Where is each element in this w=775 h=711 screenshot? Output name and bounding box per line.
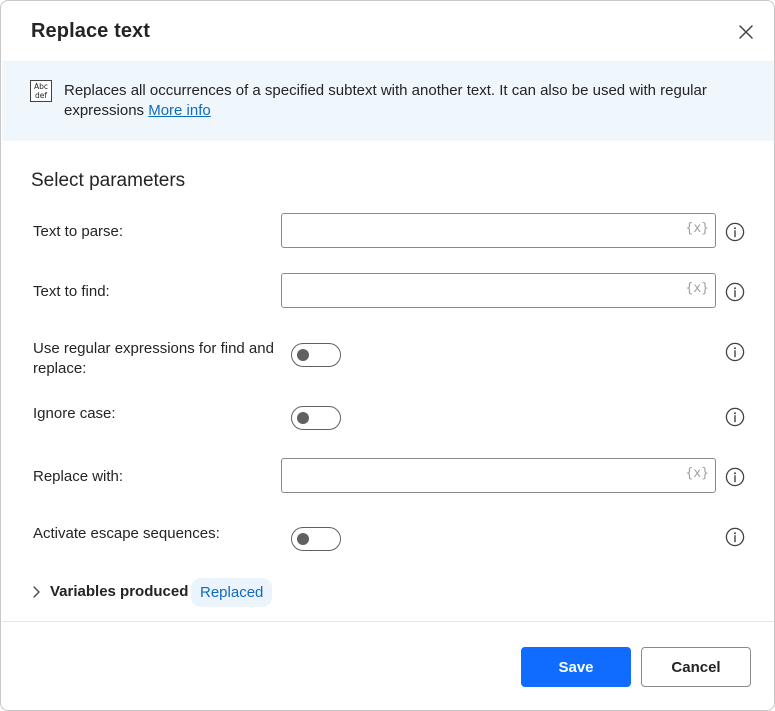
variable-picker-icon[interactable]: {x} bbox=[686, 281, 709, 296]
text-to-parse-field[interactable]: {x} bbox=[281, 213, 716, 248]
replace-with-input[interactable] bbox=[282, 459, 682, 492]
footer-divider bbox=[2, 621, 774, 622]
escape-sequences-toggle[interactable] bbox=[291, 527, 341, 551]
replace-with-label: Replace with: bbox=[33, 468, 124, 485]
variables-produced-label[interactable]: Variables produced bbox=[50, 583, 188, 600]
ignore-case-label: Ignore case: bbox=[33, 405, 116, 422]
cancel-button[interactable]: Cancel bbox=[641, 647, 751, 687]
save-button[interactable]: Save bbox=[521, 647, 631, 687]
text-abc-icon: Abc def bbox=[30, 80, 52, 102]
replace-text-dialog: Replace text Abc def Replaces all occurr… bbox=[0, 0, 775, 711]
more-info-link[interactable]: More info bbox=[148, 102, 211, 119]
text-to-parse-label: Text to parse: bbox=[33, 223, 124, 240]
close-button[interactable] bbox=[735, 21, 757, 43]
text-to-find-label: Text to find: bbox=[33, 283, 110, 300]
text-to-find-field[interactable]: {x} bbox=[281, 273, 716, 308]
info-icon[interactable] bbox=[725, 222, 745, 242]
ignore-case-toggle[interactable] bbox=[291, 406, 341, 430]
close-icon[interactable] bbox=[738, 24, 754, 40]
section-title: Select parameters bbox=[31, 170, 186, 191]
toggle-knob bbox=[297, 533, 309, 545]
text-to-parse-input[interactable] bbox=[282, 214, 682, 247]
dialog-title: Replace text bbox=[31, 20, 151, 42]
chevron-right-icon[interactable] bbox=[31, 585, 43, 599]
info-icon[interactable] bbox=[725, 342, 745, 362]
variable-picker-icon[interactable]: {x} bbox=[686, 466, 709, 481]
info-icon[interactable] bbox=[725, 467, 745, 487]
escape-sequences-label: Activate escape sequences: bbox=[33, 525, 220, 542]
info-icon[interactable] bbox=[725, 527, 745, 547]
info-icon[interactable] bbox=[725, 407, 745, 427]
info-banner: Abc def Replaces all occurrences of a sp… bbox=[2, 61, 774, 141]
text-to-find-input[interactable] bbox=[282, 274, 682, 307]
variable-picker-icon[interactable]: {x} bbox=[686, 221, 709, 236]
variable-badge-replaced[interactable]: Replaced bbox=[191, 578, 273, 607]
use-regex-toggle[interactable] bbox=[291, 343, 341, 367]
banner-description-block: Replaces all occurrences of a specified … bbox=[64, 81, 754, 121]
info-icon[interactable] bbox=[725, 282, 745, 302]
banner-icon-line-2: def bbox=[35, 91, 47, 100]
toggle-knob bbox=[297, 349, 309, 361]
banner-icon-line-1: Abc bbox=[34, 82, 48, 91]
use-regex-label: Use regular expressions for find and rep… bbox=[33, 340, 274, 377]
toggle-knob bbox=[297, 412, 309, 424]
replace-with-field[interactable]: {x} bbox=[281, 458, 716, 493]
